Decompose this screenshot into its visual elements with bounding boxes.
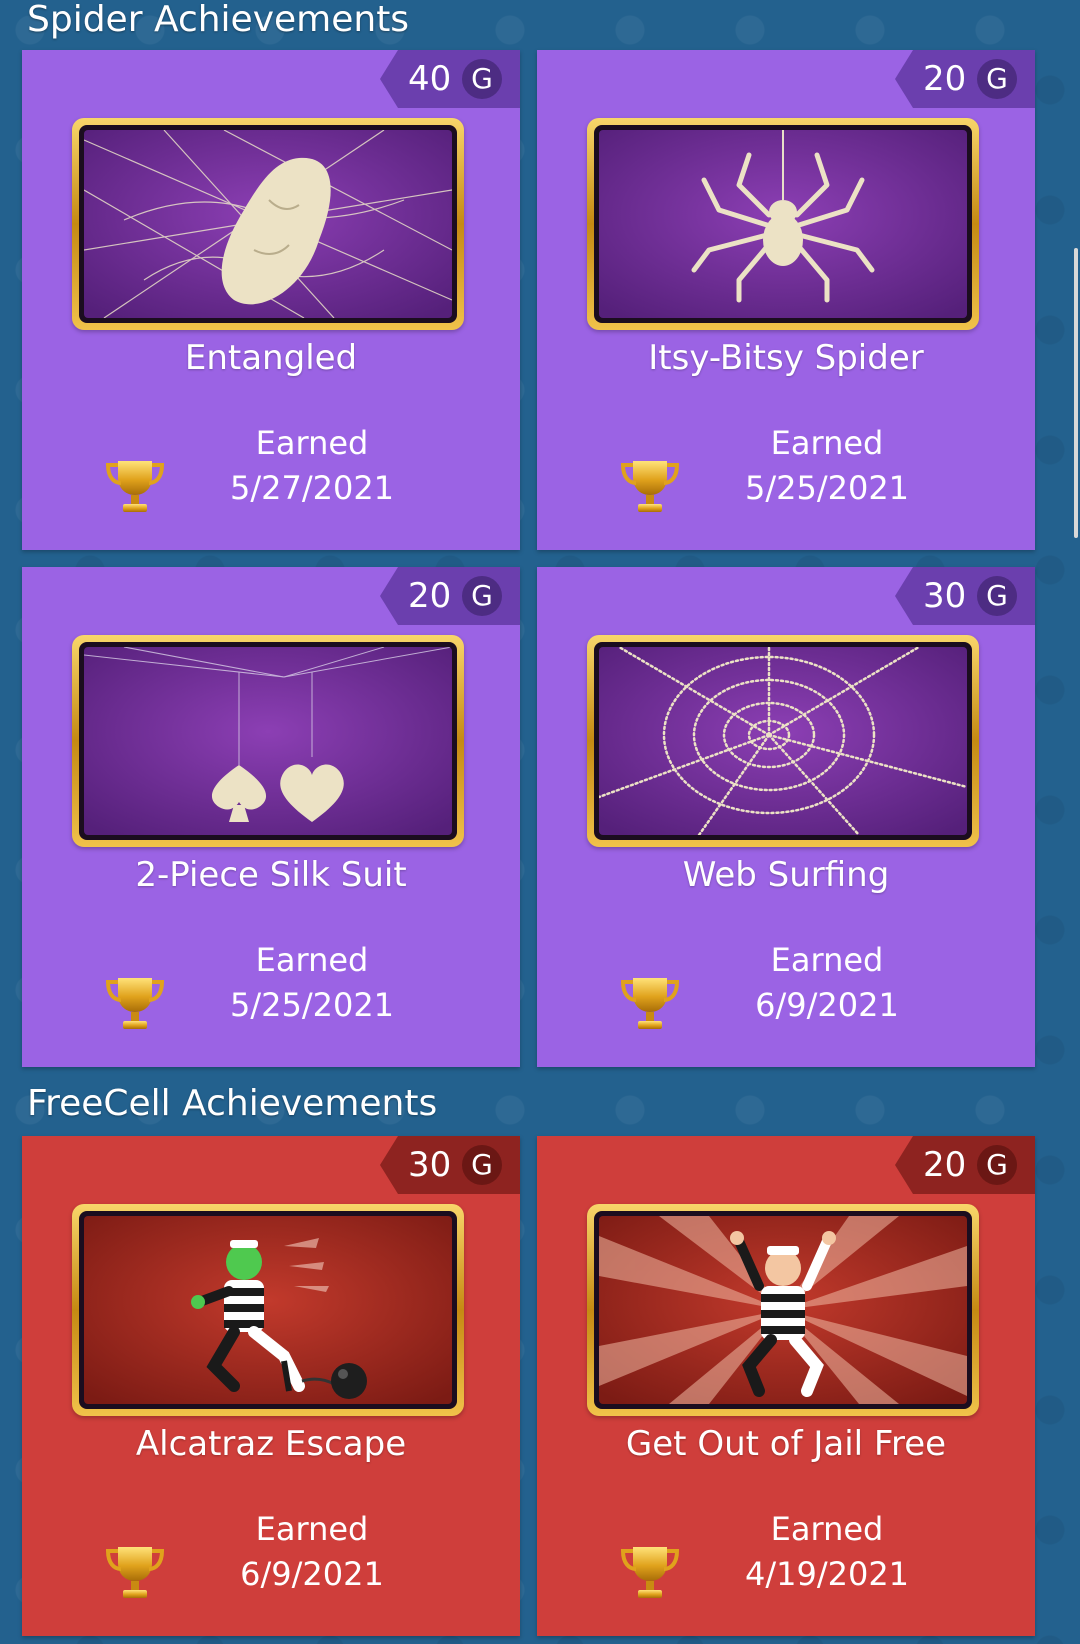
earned-label: Earned bbox=[255, 1510, 369, 1548]
earned-label: Earned bbox=[770, 1510, 884, 1548]
gamerscore-points: 30 bbox=[408, 1145, 452, 1185]
achievement-title: Alcatraz Escape bbox=[135, 1424, 407, 1464]
gamerscore-badge: 20 G bbox=[895, 50, 1035, 108]
spade-heart-icon bbox=[84, 647, 452, 835]
trophy-icon bbox=[105, 1547, 165, 1598]
trophy-icon bbox=[620, 461, 680, 512]
achievement-art-frame bbox=[72, 635, 464, 847]
earned-label: Earned bbox=[255, 941, 369, 979]
achievement-card-get-out-of-jail-free[interactable]: 20 G Get Out of Jail Free Earned 4/19/20… bbox=[537, 1136, 1035, 1636]
earned-date: 5/27/2021 bbox=[229, 469, 395, 507]
earned-label: Earned bbox=[255, 424, 369, 462]
gamerscore-g-icon: G bbox=[977, 1145, 1017, 1185]
achievement-art-frame bbox=[72, 118, 464, 330]
cheering-prisoner-icon bbox=[599, 1216, 967, 1404]
gamerscore-g-icon: G bbox=[462, 576, 502, 616]
gamerscore-points: 30 bbox=[923, 576, 967, 616]
gamerscore-badge: 20 G bbox=[895, 1136, 1035, 1194]
achievement-card-itsy-bitsy-spider[interactable]: 20 G Itsy-Bitsy Spider Earned 5/25/2021 bbox=[537, 50, 1035, 550]
achievement-art-frame bbox=[587, 635, 979, 847]
trophy-icon bbox=[105, 978, 165, 1029]
achievement-art-frame bbox=[587, 1204, 979, 1416]
achievement-card-web-surfing[interactable]: 30 G Web Surfing Earned 6/9/2021 bbox=[537, 567, 1035, 1067]
trophy-icon bbox=[105, 461, 165, 512]
achievement-card-2-piece-silk-suit[interactable]: 20 G 2-Piece Silk Suit Earned 5/25/2021 bbox=[22, 567, 520, 1067]
gamerscore-points: 20 bbox=[923, 1145, 967, 1185]
gamerscore-g-icon: G bbox=[977, 59, 1017, 99]
gamerscore-points: 20 bbox=[923, 59, 967, 99]
gamerscore-g-icon: G bbox=[977, 576, 1017, 616]
spider-web-icon bbox=[599, 647, 967, 835]
achievement-art-frame bbox=[72, 1204, 464, 1416]
section-title-spider: Spider Achievements bbox=[27, 0, 410, 40]
achievement-title: Itsy-Bitsy Spider bbox=[648, 338, 924, 378]
achievement-card-entangled[interactable]: 40 G Entangled Earned 5/27/2021 bbox=[22, 50, 520, 550]
achievement-art-frame bbox=[587, 118, 979, 330]
running-prisoner-icon bbox=[84, 1216, 452, 1404]
achievement-title: Entangled bbox=[184, 338, 358, 378]
cocoon-web-icon bbox=[84, 130, 452, 318]
earned-label: Earned bbox=[770, 941, 884, 979]
scrollbar-thumb[interactable] bbox=[1074, 248, 1078, 538]
earned-date: 4/19/2021 bbox=[744, 1555, 910, 1593]
earned-date: 5/25/2021 bbox=[229, 986, 395, 1024]
achievement-card-alcatraz-escape[interactable]: 30 G Alcatraz Escape Earned 6/9/2021 bbox=[22, 1136, 520, 1636]
freecell-achievements-grid: 30 G Alcatraz Escape Earned 6/9/2021 20 … bbox=[22, 1136, 1035, 1636]
earned-date: 5/25/2021 bbox=[744, 469, 910, 507]
gamerscore-badge: 30 G bbox=[895, 567, 1035, 625]
gamerscore-badge: 30 G bbox=[380, 1136, 520, 1194]
achievement-title: Web Surfing bbox=[682, 855, 890, 895]
gamerscore-badge: 40 G bbox=[380, 50, 520, 108]
gamerscore-points: 20 bbox=[408, 576, 452, 616]
trophy-icon bbox=[620, 978, 680, 1029]
trophy-icon bbox=[620, 1547, 680, 1598]
spider-achievements-grid: 40 G Entangled Earned 5/27/2021 20 G Its… bbox=[22, 50, 1035, 1067]
earned-date: 6/9/2021 bbox=[755, 986, 899, 1024]
gamerscore-g-icon: G bbox=[462, 1145, 502, 1185]
gamerscore-points: 40 bbox=[408, 59, 452, 99]
section-title-freecell: FreeCell Achievements bbox=[27, 1083, 438, 1124]
gamerscore-badge: 20 G bbox=[380, 567, 520, 625]
earned-date: 6/9/2021 bbox=[240, 1555, 384, 1593]
gamerscore-g-icon: G bbox=[462, 59, 502, 99]
achievement-title: Get Out of Jail Free bbox=[625, 1424, 947, 1464]
hanging-spider-icon bbox=[599, 130, 967, 318]
earned-label: Earned bbox=[770, 424, 884, 462]
achievement-title: 2-Piece Silk Suit bbox=[135, 855, 407, 895]
